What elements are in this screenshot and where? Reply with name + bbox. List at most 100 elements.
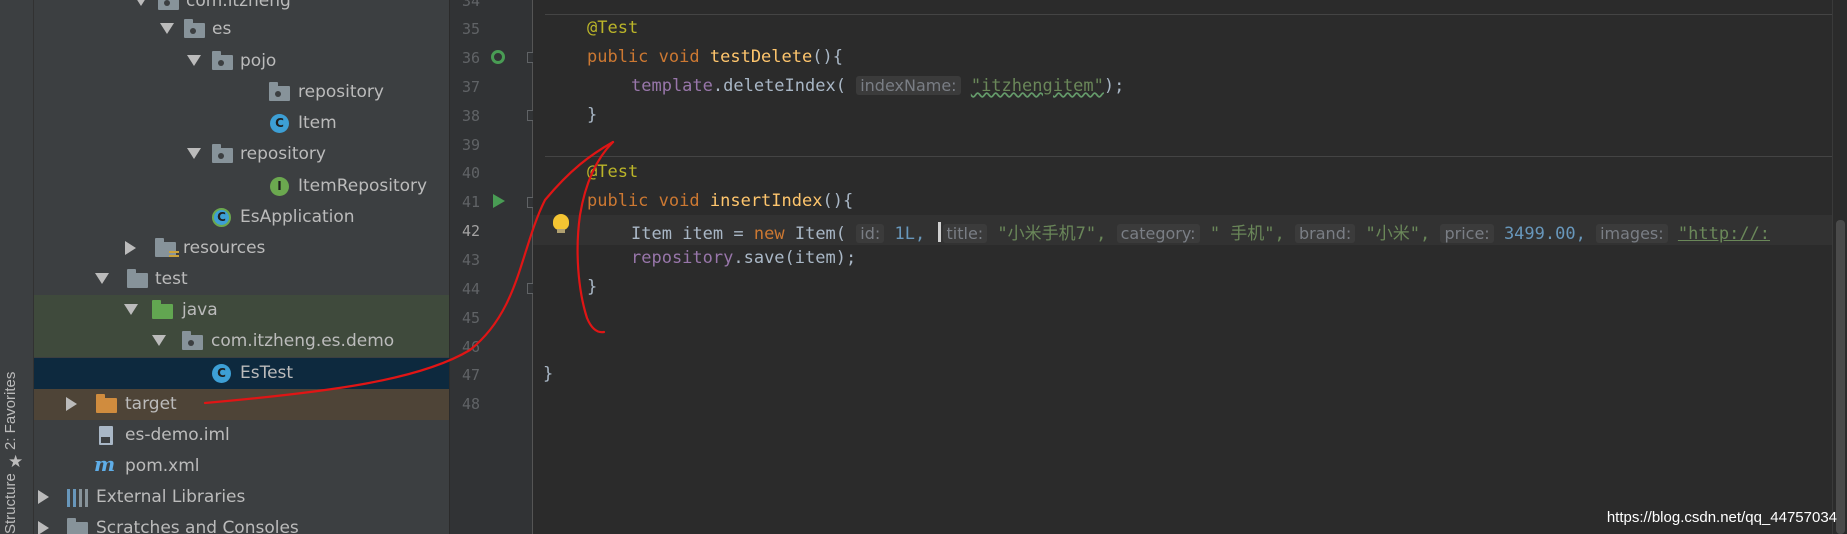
tree-row-item[interactable]: C Item <box>34 108 449 139</box>
code-text: } <box>587 105 598 125</box>
tree-row-pojo[interactable]: pojo <box>34 46 449 77</box>
tree-row-pom-xml[interactable]: m pom.xml <box>34 451 449 482</box>
tree-row-es[interactable]: es <box>34 14 449 45</box>
tree-row-repository[interactable]: repository <box>34 139 449 170</box>
vertical-scrollbar[interactable] <box>1832 0 1847 534</box>
line-number: 48 <box>461 395 480 413</box>
parameter-hint: images: <box>1596 224 1668 243</box>
code-text: } <box>543 364 554 384</box>
package-folder-icon <box>212 51 233 70</box>
scrollbar-thumb[interactable] <box>1836 220 1845 534</box>
tree-label: es-demo.iml <box>125 425 230 445</box>
code-editor[interactable]: @Test public void testDelete(){ template… <box>533 0 1847 534</box>
tree-label: es <box>212 19 232 39</box>
collapse-arrow-icon[interactable] <box>38 521 49 534</box>
tree-row-itemrepository[interactable]: I ItemRepository <box>34 171 449 202</box>
package-folder-icon <box>184 19 205 38</box>
package-folder-icon <box>182 331 203 350</box>
code-line-37[interactable]: template.deleteIndex( indexName: "itzhen… <box>533 72 1847 102</box>
favorites-tab[interactable]: 2: Favorites <box>2 372 19 450</box>
parameter-hint: title: <box>942 224 988 243</box>
tree-label: External Libraries <box>96 487 246 507</box>
collapse-arrow-icon[interactable] <box>125 241 136 255</box>
rerun-test-icon[interactable] <box>491 50 505 64</box>
tree-label: EsTest <box>240 363 294 383</box>
structure-tab[interactable]: Structure <box>2 473 19 534</box>
tree-label: Scratches and Consoles <box>96 518 299 534</box>
expand-arrow-icon[interactable] <box>160 23 174 34</box>
tree-label: repository <box>298 82 384 102</box>
test-class-icon: C <box>212 364 231 383</box>
tree-row-resources[interactable]: resources <box>34 233 449 264</box>
lightbulb-intention-icon[interactable] <box>553 214 569 233</box>
tree-row-estest[interactable]: C EsTest <box>34 358 449 389</box>
iml-file-icon <box>99 426 113 445</box>
code-line-43[interactable]: repository.save(item); <box>533 244 1847 274</box>
line-number: 39 <box>461 136 480 154</box>
tree-label: pojo <box>240 51 277 71</box>
parameter-hint: brand: <box>1295 224 1356 243</box>
tree-label: Item <box>298 113 337 133</box>
line-number: 41 <box>461 193 480 211</box>
code-line-44[interactable]: } <box>533 273 1847 303</box>
expand-arrow-icon[interactable] <box>124 304 138 315</box>
folder-icon <box>127 269 148 288</box>
line-number: 37 <box>461 78 480 96</box>
line-number: 45 <box>461 309 480 327</box>
tree-row-com-itzheng-es-demo[interactable]: com.itzheng.es.demo <box>34 326 449 357</box>
interface-icon: I <box>270 177 289 196</box>
tree-label: EsApplication <box>240 207 355 227</box>
code-line-41[interactable]: public void insertIndex(){ <box>533 187 1847 217</box>
collapse-arrow-icon[interactable] <box>38 490 49 504</box>
excluded-folder-icon <box>96 394 117 413</box>
tree-label: repository <box>240 144 326 164</box>
method-separator <box>545 156 1847 157</box>
spring-app-icon: C <box>212 208 231 227</box>
expand-arrow-icon[interactable] <box>187 148 201 159</box>
code-text: template.deleteIndex( indexName: "itzhen… <box>631 76 1125 96</box>
package-folder-icon <box>212 144 233 163</box>
tree-row-java[interactable]: java <box>34 295 449 326</box>
line-number: 44 <box>461 280 480 298</box>
line-number: 46 <box>461 338 480 356</box>
collapse-arrow-icon[interactable] <box>66 397 77 411</box>
annotation: @Test <box>587 162 639 182</box>
expand-arrow-icon[interactable] <box>95 273 109 284</box>
code-line-36[interactable]: public void testDelete(){ <box>533 43 1847 73</box>
line-number: 38 <box>461 107 480 125</box>
tree-label: test <box>155 269 188 289</box>
tree-row-test[interactable]: test <box>34 264 449 295</box>
text-caret <box>937 222 941 242</box>
code-text: public void testDelete(){ <box>587 47 843 67</box>
tree-row-scratches[interactable]: Scratches and Consoles <box>34 513 449 534</box>
maven-icon: m <box>94 452 116 476</box>
expand-arrow-icon[interactable] <box>187 55 201 66</box>
code-line-40[interactable]: @Test <box>533 158 1847 188</box>
tree-label: com.itzheng <box>186 0 291 11</box>
code-line-42[interactable]: Item item = new Item( id: 1L, title: "小米… <box>533 215 1847 245</box>
tree-row-esapplication[interactable]: C EsApplication <box>34 202 449 233</box>
parameter-hint: indexName: <box>856 76 961 95</box>
code-line-38[interactable]: } <box>533 101 1847 131</box>
code-line-47[interactable]: } <box>533 360 1847 390</box>
class-icon: C <box>270 114 289 133</box>
code-line-35[interactable]: @Test <box>533 14 1847 44</box>
tree-label: pom.xml <box>125 456 200 476</box>
tree-label: java <box>182 300 218 320</box>
code-text: repository.save(item); <box>631 248 857 268</box>
parameter-hint: category: <box>1116 224 1200 243</box>
tree-row-es-demo-iml[interactable]: es-demo.iml <box>34 420 449 451</box>
annotation: @Test <box>587 18 639 38</box>
tree-label: ItemRepository <box>298 176 428 196</box>
tree-row-pojo-repository[interactable]: repository <box>34 77 449 108</box>
run-test-icon[interactable] <box>493 194 505 208</box>
editor-gutter: 34 35 36 37 38 39 40 41 42 43 44 45 46 4… <box>450 0 538 534</box>
parameter-hint: id: <box>856 224 885 243</box>
scratches-icon <box>67 518 88 534</box>
tree-row-external-libraries[interactable]: External Libraries <box>34 482 449 513</box>
expand-arrow-icon[interactable] <box>152 335 166 346</box>
tree-row-target[interactable]: target <box>34 389 449 420</box>
tree-label: com.itzheng.es.demo <box>211 331 395 351</box>
expand-arrow-icon[interactable] <box>134 0 148 6</box>
tree-label: target <box>125 394 177 414</box>
